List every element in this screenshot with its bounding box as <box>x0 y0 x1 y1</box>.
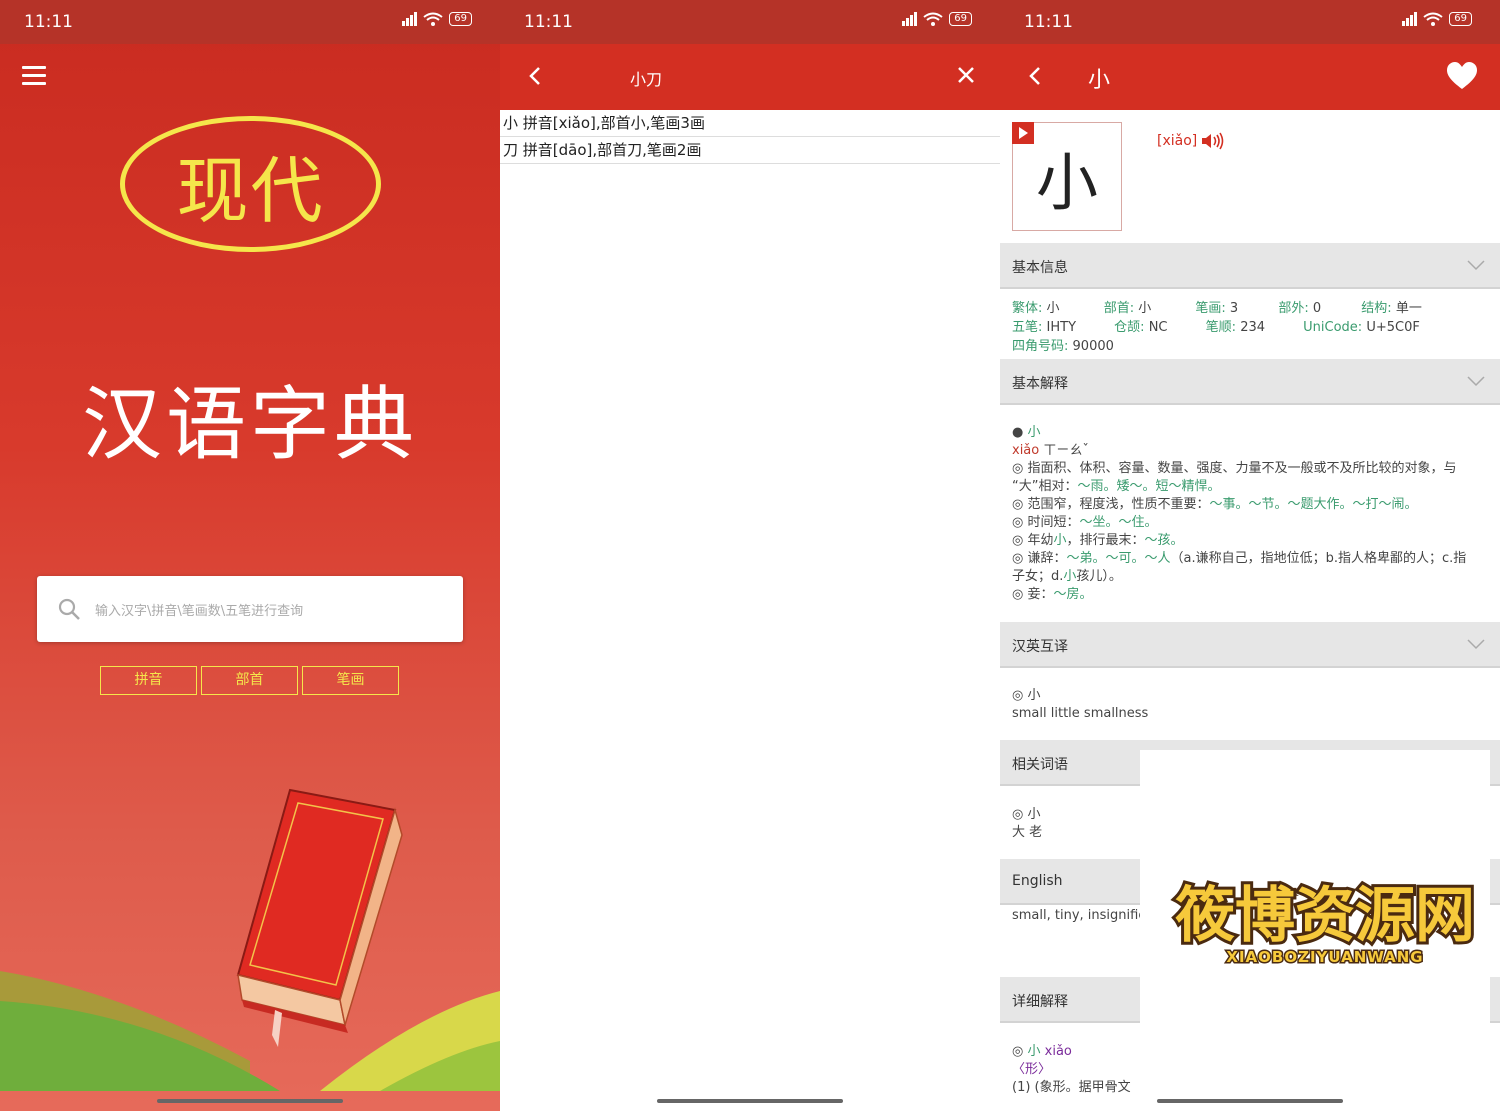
search-toolbar: 小刀 <box>500 44 1000 110</box>
home-indicator <box>157 1099 343 1103</box>
status-bar: 11:11 69 <box>500 0 1000 44</box>
home-screen: 11:11 69 现代 汉语字典 输入汉字\拼音\笔画数\五笔进行查询 拼音 部… <box>0 0 500 1111</box>
filter-buttons: 拼音 部首 笔画 <box>100 666 399 695</box>
section-basic-explain[interactable]: 基本解释 <box>1000 359 1500 405</box>
section-title: 汉英互译 <box>1012 639 1068 655</box>
close-icon[interactable] <box>956 65 976 85</box>
detail-screen: 11:11 69 小 小 [xiǎo] 基本信息 繁体: 小 部首: 小 笔画:… <box>1000 0 1500 1111</box>
wifi-icon <box>423 12 443 26</box>
character-glyph: 小 <box>1035 145 1098 219</box>
section-basic-info[interactable]: 基本信息 <box>1000 243 1500 289</box>
status-bar: 11:11 69 <box>1000 0 1500 44</box>
result-item[interactable]: 刀 拼音[dāo],部首刀,笔画2画 <box>500 137 1000 164</box>
search-placeholder: 输入汉字\拼音\笔画数\五笔进行查询 <box>95 604 304 619</box>
status-icons: 69 <box>902 12 972 26</box>
watermark-logo: 筱博资源网 XIAOBOZIYUANWANG <box>1172 878 1478 966</box>
logo-text: 现代 <box>176 148 325 233</box>
search-screen: 11:11 69 小刀 小 拼音[xiǎo],部首小,笔画3画 刀 拼音[dāo… <box>500 0 1000 1111</box>
wifi-icon <box>1423 12 1443 26</box>
status-time: 11:11 <box>24 12 73 32</box>
info-row-1: 繁体: 小 部首: 小 笔画: 3 部外: 0 结构: 单一 <box>1012 301 1422 316</box>
pinyin-audio[interactable]: [xiǎo] <box>1157 132 1225 150</box>
section-translate[interactable]: 汉英互译 <box>1000 622 1500 668</box>
chevron-down-icon[interactable] <box>1466 638 1486 650</box>
translate-body: ◎ 小 small little smallness <box>1012 688 1149 721</box>
back-arrow-icon[interactable] <box>526 64 544 88</box>
svg-text:XIAOBOZIYUANWANG: XIAOBOZIYUANWANG <box>1226 948 1423 966</box>
basic-explain-body: ● 小 xiǎo ㄒㄧㄠˇ ◎ 指面积、体积、容量、数量、强度、力量不及一般或不… <box>1012 425 1467 602</box>
detail-toolbar: 小 <box>1000 44 1500 110</box>
search-query[interactable]: 小刀 <box>630 66 662 90</box>
section-title: English <box>1012 873 1063 889</box>
app-title: 汉语字典 <box>82 378 418 471</box>
stroke-button[interactable]: 笔画 <box>302 666 399 695</box>
pinyin-button[interactable]: 拼音 <box>100 666 197 695</box>
pinyin-text: [xiǎo] <box>1157 133 1198 149</box>
status-bar: 11:11 69 <box>0 0 500 44</box>
status-time: 11:11 <box>524 12 573 32</box>
chevron-down-icon[interactable] <box>1466 259 1486 271</box>
section-title: 基本解释 <box>1012 376 1068 392</box>
detail-title: 小 <box>1088 68 1111 93</box>
home-indicator <box>657 1099 843 1103</box>
signal-icon <box>1402 12 1418 26</box>
book-illustration <box>236 788 403 1047</box>
home-indicator <box>1157 1099 1343 1103</box>
section-title: 详细解释 <box>1012 994 1068 1010</box>
signal-icon <box>402 12 418 26</box>
battery-icon: 69 <box>949 12 972 26</box>
status-icons: 69 <box>402 12 472 26</box>
menu-icon[interactable] <box>22 66 46 86</box>
character-box: 小 <box>1012 122 1122 231</box>
favorite-heart-icon[interactable] <box>1446 61 1478 91</box>
status-icons: 69 <box>1402 12 1472 26</box>
svg-text:筱博资源网: 筱博资源网 <box>1175 881 1475 951</box>
search-icon <box>58 598 80 620</box>
battery-icon: 69 <box>449 12 472 26</box>
speaker-icon[interactable] <box>1201 132 1225 150</box>
info-row-3: 四角号码: 90000 <box>1012 339 1114 354</box>
wifi-icon <box>923 12 943 26</box>
info-row-2: 五笔: IHTY 仓颉: NC 笔顺: 234 UniCode: U+5C0F <box>1012 320 1420 335</box>
search-input[interactable]: 输入汉字\拼音\笔画数\五笔进行查询 <box>37 576 463 642</box>
radical-button[interactable]: 部首 <box>201 666 298 695</box>
section-title: 相关词语 <box>1012 757 1068 773</box>
chevron-down-icon[interactable] <box>1466 375 1486 387</box>
app-logo: 现代 <box>120 116 381 252</box>
battery-icon: 69 <box>1449 12 1472 26</box>
play-icon[interactable] <box>1012 122 1034 144</box>
section-title: 基本信息 <box>1012 260 1068 276</box>
status-time: 11:11 <box>1024 12 1073 32</box>
result-item[interactable]: 小 拼音[xiǎo],部首小,笔画3画 <box>500 110 1000 137</box>
signal-icon <box>902 12 918 26</box>
back-arrow-icon[interactable] <box>1026 64 1044 88</box>
